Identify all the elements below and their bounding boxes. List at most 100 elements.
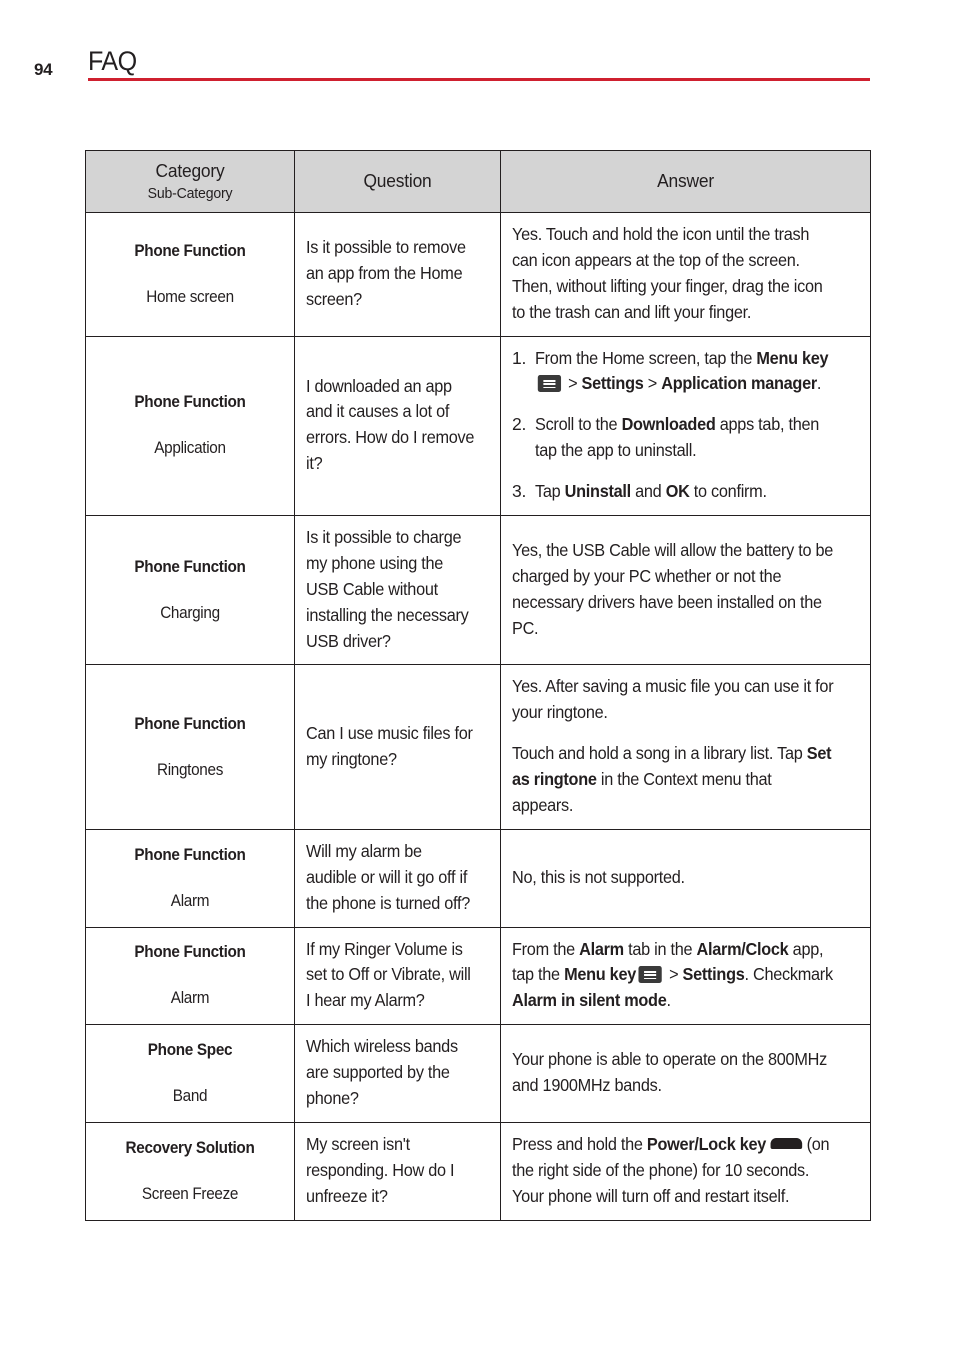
step3-prefix: Tap xyxy=(535,481,565,502)
page-title: FAQ xyxy=(88,46,137,76)
question-text: If my Ringer Volume is set to Off or Vib… xyxy=(306,938,471,1011)
answer-bold-settings: Settings xyxy=(682,964,745,985)
cell-answer: Yes. After saving a music file you can u… xyxy=(500,664,871,830)
question-text: Is it possible to remove an app from the… xyxy=(306,236,466,309)
cell-answer: From the Alarm tab in the Alarm/Clock ap… xyxy=(500,926,871,1026)
answer-part-5: . Checkmark xyxy=(744,964,834,985)
category-name: Recovery Solution xyxy=(125,1137,255,1157)
answer-prefix: Touch and hold a song in a library list.… xyxy=(512,743,807,764)
answer-text: Your phone is able to operate on the 800… xyxy=(512,1049,827,1096)
column-header-answer: Answer xyxy=(500,150,871,213)
menu-key-icon xyxy=(537,375,562,393)
sub-category-name: Alarm xyxy=(170,890,210,910)
question-text: Will my alarm be audible or will it go o… xyxy=(306,840,471,913)
answer-bold-alarm: Alarm xyxy=(579,938,624,959)
cell-answer: Your phone is able to operate on the 800… xyxy=(500,1024,871,1123)
step3-suffix: to confirm. xyxy=(689,481,767,502)
table-row: Phone Function Charging Is it possible t… xyxy=(85,515,871,666)
faq-table: Category Sub-Category Question Answer Ph… xyxy=(85,150,871,1221)
answer-step-1: From the Home screen, tap the Menu key >… xyxy=(512,346,859,398)
step1-middle2: > xyxy=(643,373,662,394)
question-text: My screen isn't responding. How do I unf… xyxy=(306,1133,455,1206)
power-lock-key-icon xyxy=(770,1137,803,1149)
sub-category-name: Screen Freeze xyxy=(141,1183,239,1203)
answer-part-4: > xyxy=(664,964,683,985)
answer-part-2: tab in the xyxy=(623,938,697,959)
table-row: Phone Function Ringtones Can I use music… xyxy=(85,664,871,830)
answer-part-1: From the xyxy=(512,938,580,959)
table-row: Phone Function Alarm Will my alarm be au… xyxy=(85,828,871,928)
answer-step-list: From the Home screen, tap the Menu key >… xyxy=(512,346,859,505)
category-name: Phone Function xyxy=(134,240,246,260)
category-name: Phone Function xyxy=(134,844,246,864)
header-divider-rule xyxy=(88,78,870,81)
column-header-category-main: Category xyxy=(155,160,225,181)
answer-bold-alarm-in-silent-mode: Alarm in silent mode xyxy=(512,990,667,1011)
cell-category: Phone Function Application xyxy=(85,335,295,517)
step1-suffix: . xyxy=(816,373,822,394)
cell-answer: Yes, the USB Cable will allow the batter… xyxy=(500,515,871,666)
sub-category-name: Home screen xyxy=(146,286,234,306)
sub-category-name: Ringtones xyxy=(156,759,224,779)
table-row: Phone Function Application I downloaded … xyxy=(85,335,871,517)
answer-text: Yes. Touch and hold the icon until the t… xyxy=(512,224,823,322)
category-name: Phone Function xyxy=(134,942,246,962)
step1-middle: > xyxy=(563,373,582,394)
page-number: 94 xyxy=(34,60,53,79)
table-row: Phone Function Alarm If my Ringer Volume… xyxy=(85,926,871,1026)
answer-step-2: Scroll to the Downloaded apps tab, then … xyxy=(512,412,859,464)
answer-part-1: Press and hold the xyxy=(512,1133,647,1154)
question-text: Is it possible to charge my phone using … xyxy=(306,527,469,651)
answer-text: Yes, the USB Cable will allow the batter… xyxy=(512,539,834,638)
cell-category: Phone Spec Band xyxy=(85,1024,295,1123)
table-header-row: Category Sub-Category Question Answer xyxy=(85,150,871,213)
column-header-sub-category: Sub-Category xyxy=(147,185,233,202)
cell-answer: From the Home screen, tap the Menu key >… xyxy=(500,335,871,517)
answer-part-6: . xyxy=(666,990,671,1011)
step1-bold-settings: Settings xyxy=(581,373,644,394)
column-header-category: Category Sub-Category xyxy=(85,150,295,213)
cell-category: Phone Function Alarm xyxy=(85,828,295,928)
category-name: Phone Function xyxy=(134,392,246,412)
cell-category: Phone Function Charging xyxy=(85,515,295,666)
step2-bold-downloaded: Downloaded xyxy=(621,414,716,435)
cell-category: Phone Function Ringtones xyxy=(85,664,295,830)
column-header-question-label: Question xyxy=(363,170,432,191)
table-row: Recovery Solution Screen Freeze My scree… xyxy=(85,1121,871,1221)
cell-category: Phone Function Alarm xyxy=(85,926,295,1026)
cell-question: Which wireless bands are supported by th… xyxy=(294,1024,501,1123)
step2-prefix: Scroll to the xyxy=(535,414,622,435)
cell-category: Recovery Solution Screen Freeze xyxy=(85,1121,295,1221)
answer-bold-alarm-clock: Alarm/Clock xyxy=(696,938,789,959)
step1-prefix: From the Home screen, tap the xyxy=(535,347,757,368)
menu-key-icon xyxy=(638,966,663,984)
table-row: Phone Spec Band Which wireless bands are… xyxy=(85,1024,871,1123)
sub-category-name: Band xyxy=(172,1086,208,1106)
cell-answer: Yes. Touch and hold the icon until the t… xyxy=(500,212,871,337)
answer-text: Yes. After saving a music file you can u… xyxy=(512,676,834,723)
category-name: Phone Function xyxy=(134,556,246,576)
answer-step-3: Tap Uninstall and OK to confirm. xyxy=(512,479,859,505)
cell-question: Will my alarm be audible or will it go o… xyxy=(294,828,501,928)
cell-question: My screen isn't responding. How do I unf… xyxy=(294,1121,501,1221)
cell-answer: Press and hold the Power/Lock key (on th… xyxy=(500,1121,871,1221)
answer-bold-power-lock-key: Power/Lock key xyxy=(646,1133,767,1154)
cell-category: Phone Function Home screen xyxy=(85,212,295,337)
cell-question: Is it possible to charge my phone using … xyxy=(294,515,501,666)
page-header: 94 FAQ xyxy=(0,44,954,90)
cell-question: If my Ringer Volume is set to Off or Vib… xyxy=(294,926,501,1026)
answer-text: No, this is not supported. xyxy=(512,866,685,887)
answer-bold-menu-key: Menu key xyxy=(564,964,637,985)
cell-question: I downloaded an app and it causes a lot … xyxy=(294,335,501,517)
column-header-question: Question xyxy=(294,150,501,213)
question-text: Can I use music files for my ringtone? xyxy=(306,722,473,769)
sub-category-name: Application xyxy=(154,438,226,458)
question-text: I downloaded an app and it causes a lot … xyxy=(306,375,475,474)
cell-answer: No, this is not supported. xyxy=(500,828,871,928)
sub-category-name: Alarm xyxy=(170,988,210,1008)
step1-bold-application-manager: Application manager xyxy=(661,373,817,394)
cell-question: Is it possible to remove an app from the… xyxy=(294,212,501,337)
step3-middle: and xyxy=(630,481,666,502)
category-name: Phone Spec xyxy=(147,1040,233,1060)
table-row: Phone Function Home screen Is it possibl… xyxy=(85,212,871,337)
